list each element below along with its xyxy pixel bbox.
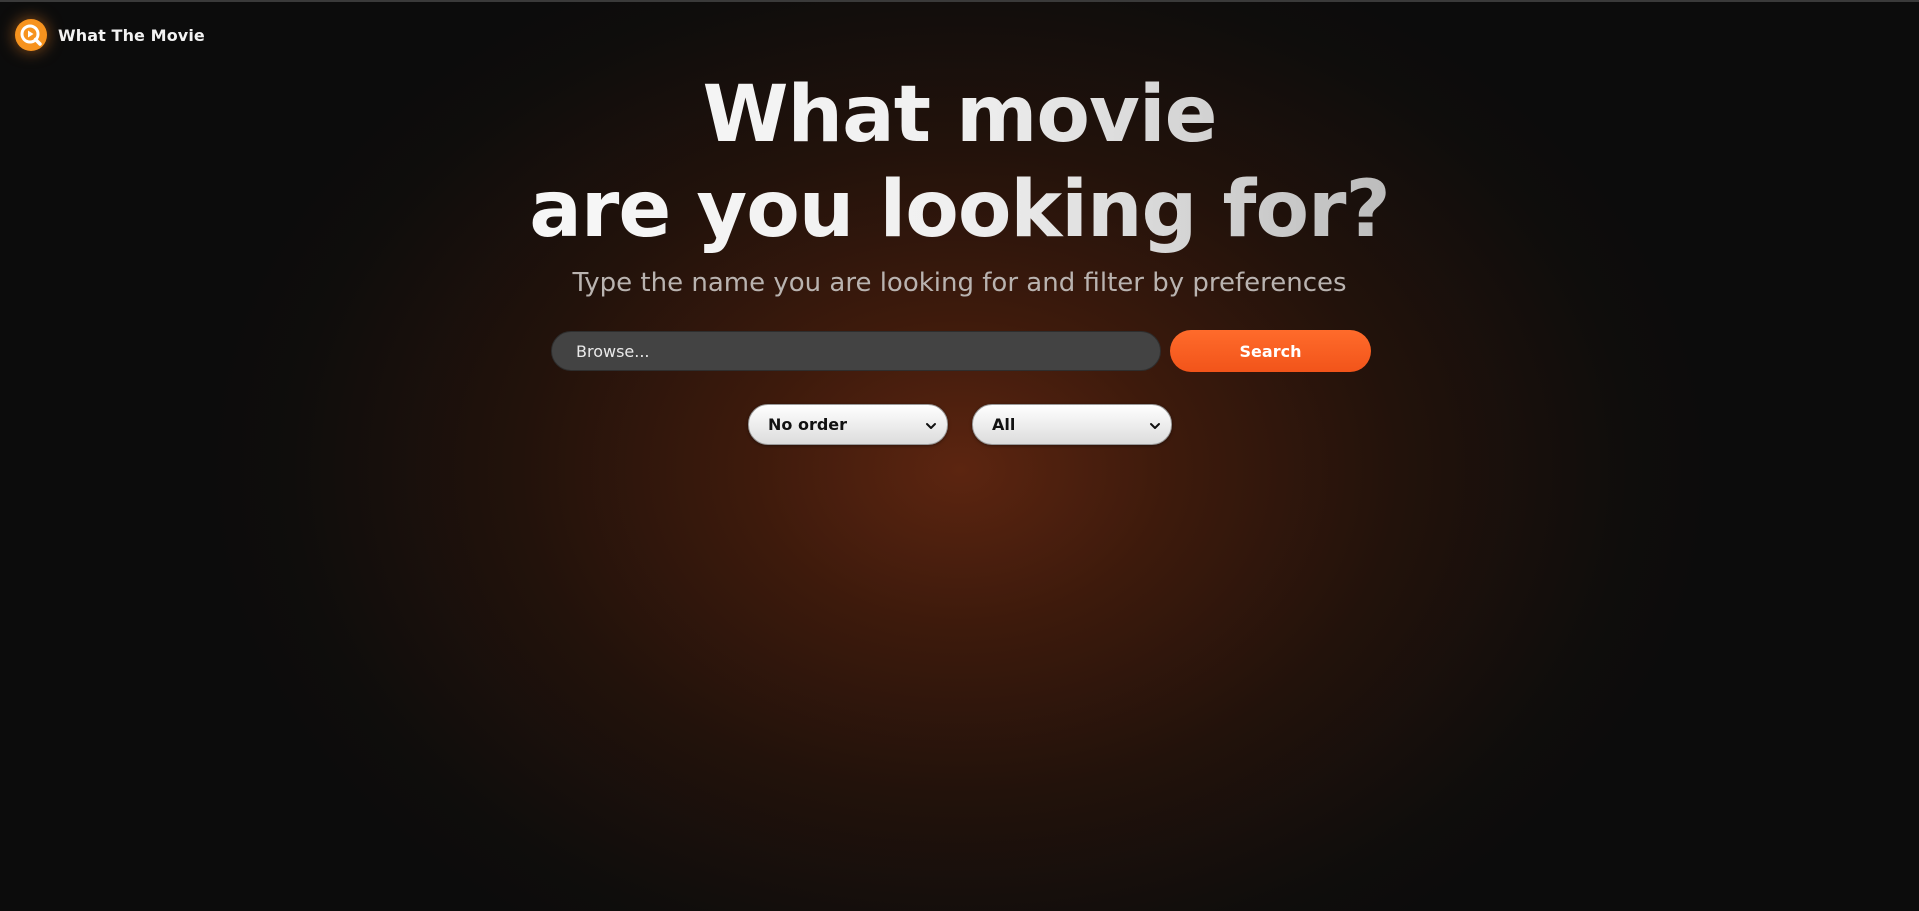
chevron-down-icon	[926, 423, 936, 429]
app-name: What The Movie	[58, 25, 205, 45]
search-play-icon	[15, 19, 47, 51]
genre-select-value: All	[992, 415, 1016, 434]
page-title-line-2: are you looking for?	[529, 165, 1390, 255]
search-button[interactable]: Search	[1170, 330, 1371, 372]
page-subtitle: Type the name you are looking for and fi…	[572, 268, 1347, 298]
filter-row: No order All	[748, 404, 1172, 446]
page-title: What movie are you looking for?	[0, 68, 1919, 258]
top-border	[0, 0, 1919, 2]
genre-select[interactable]: All	[972, 404, 1172, 445]
search-input[interactable]	[551, 331, 1161, 371]
page-title-line-1: What movie	[702, 70, 1217, 160]
search-bar: Search	[551, 330, 1371, 372]
chevron-down-icon	[1150, 423, 1160, 429]
order-select[interactable]: No order	[748, 404, 948, 445]
order-select-value: No order	[768, 415, 848, 434]
app-logo[interactable]: What The Movie	[14, 18, 205, 52]
